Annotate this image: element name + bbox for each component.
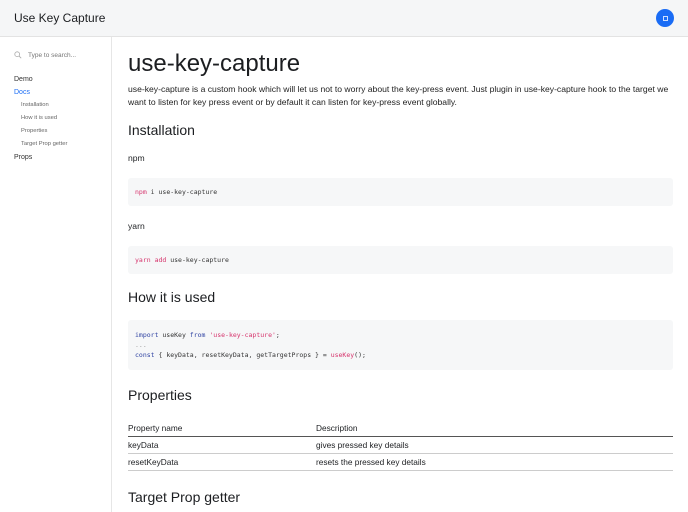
- code-token: useKey: [158, 331, 190, 339]
- search-icon: [14, 51, 22, 59]
- code-token: ();: [354, 351, 366, 359]
- sidebar-item-docs[interactable]: Docs: [14, 86, 67, 99]
- usage-code-block: import useKey from 'use-key-capture';...…: [128, 320, 673, 370]
- usage-heading: How it is used: [128, 289, 216, 305]
- code-token: i use-key-capture: [146, 188, 218, 196]
- code-token: yarn add: [135, 256, 167, 264]
- search-input[interactable]: Type to search...: [14, 51, 76, 59]
- table-cell: gives pressed key details: [316, 436, 673, 454]
- target-prop-getter-heading: Target Prop getter: [128, 489, 241, 505]
- code-token: ;: [275, 331, 280, 339]
- sidebar: Type to search... Demo Docs Installation…: [0, 37, 112, 512]
- code-token: npm: [135, 188, 147, 196]
- column-header: Description: [316, 421, 673, 437]
- sidebar-nav: Demo Docs Installation How it is used Pr…: [14, 73, 67, 164]
- sidebar-item-target-prop-getter[interactable]: Target Prop getter: [14, 138, 67, 151]
- square-icon: [662, 15, 668, 21]
- code-token: ...: [135, 341, 147, 349]
- sidebar-item-props[interactable]: Props: [14, 151, 67, 164]
- sidebar-item-properties[interactable]: Properties: [14, 125, 67, 138]
- code-token: const: [135, 351, 155, 359]
- table-row: keyData gives pressed key details: [128, 436, 673, 454]
- sidebar-item-installation[interactable]: Installation: [14, 99, 67, 112]
- code-token: useKey: [330, 351, 355, 359]
- table-cell: keyData: [128, 436, 316, 454]
- properties-heading: Properties: [128, 387, 192, 403]
- page-title: use-key-capture: [128, 50, 301, 77]
- installation-heading: Installation: [128, 122, 195, 138]
- sidebar-item-how-it-is-used[interactable]: How it is used: [14, 112, 67, 125]
- code-token: { keyData, resetKeyData, getTargetProps …: [154, 351, 331, 359]
- sidebar-item-demo[interactable]: Demo: [14, 73, 67, 86]
- theme-toggle-button[interactable]: [656, 9, 674, 27]
- table-cell: resetKeyData: [128, 453, 316, 471]
- code-token: import: [135, 331, 159, 339]
- top-navbar: Use Key Capture: [0, 0, 688, 37]
- search-placeholder: Type to search...: [28, 51, 77, 59]
- table-header: Property name Description: [128, 421, 673, 437]
- properties-table: Property name Description keyData gives pr…: [128, 421, 673, 471]
- code-token: use-key-capture: [166, 256, 229, 264]
- table-row: resetKeyData resets the pressed key detai…: [128, 453, 673, 471]
- column-header: Property name: [128, 421, 316, 437]
- code-token: from: [189, 331, 206, 339]
- intro-paragraph: use-key-capture is a custom hook which w…: [128, 84, 669, 107]
- yarn-label: yarn: [128, 221, 145, 231]
- yarn-code-block: yarn add use-key-capture: [128, 246, 673, 274]
- code-token: 'use-key-capture': [209, 331, 276, 339]
- npm-code-block: npm i use-key-capture: [128, 178, 673, 206]
- npm-label: npm: [128, 153, 145, 163]
- site-title[interactable]: Use Key Capture: [14, 11, 105, 25]
- table-cell: resets the pressed key details: [316, 453, 673, 471]
